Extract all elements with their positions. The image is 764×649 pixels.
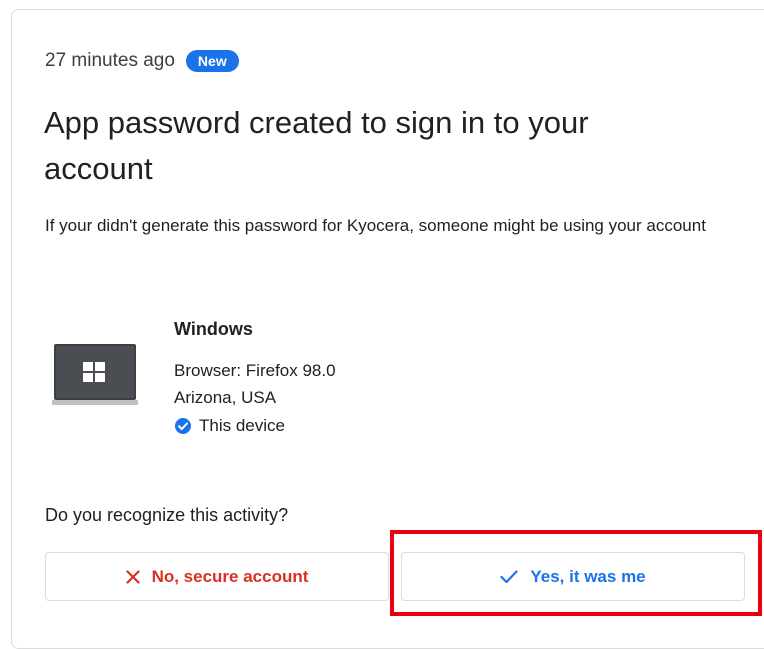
yes-it-was-me-button[interactable]: Yes, it was me xyxy=(401,552,745,601)
check-circle-icon xyxy=(175,418,191,434)
device-name: Windows xyxy=(174,319,253,339)
checkmark-icon xyxy=(500,569,518,583)
no-secure-account-button[interactable]: No, secure account xyxy=(45,552,389,601)
timestamp: 27 minutes ago xyxy=(45,50,175,71)
alert-description: If your didn't generate this password fo… xyxy=(45,216,706,235)
this-device-label: This device xyxy=(199,416,285,435)
yes-button-label: Yes, it was me xyxy=(530,566,646,586)
timestamp-row: 27 minutes ago New xyxy=(45,48,239,74)
new-badge: New xyxy=(185,50,239,72)
recognize-question: Do you recognize this activity? xyxy=(45,505,289,525)
device-browser: Browser: Firefox 98.0 xyxy=(174,361,336,380)
windows-laptop-icon xyxy=(52,344,138,405)
device-location: Arizona, USA xyxy=(174,388,277,407)
this-device-indicator: This device xyxy=(174,414,285,438)
close-icon xyxy=(125,569,140,584)
alert-title: App password created to sign in to your … xyxy=(44,105,589,186)
no-button-label: No, secure account xyxy=(151,566,309,586)
